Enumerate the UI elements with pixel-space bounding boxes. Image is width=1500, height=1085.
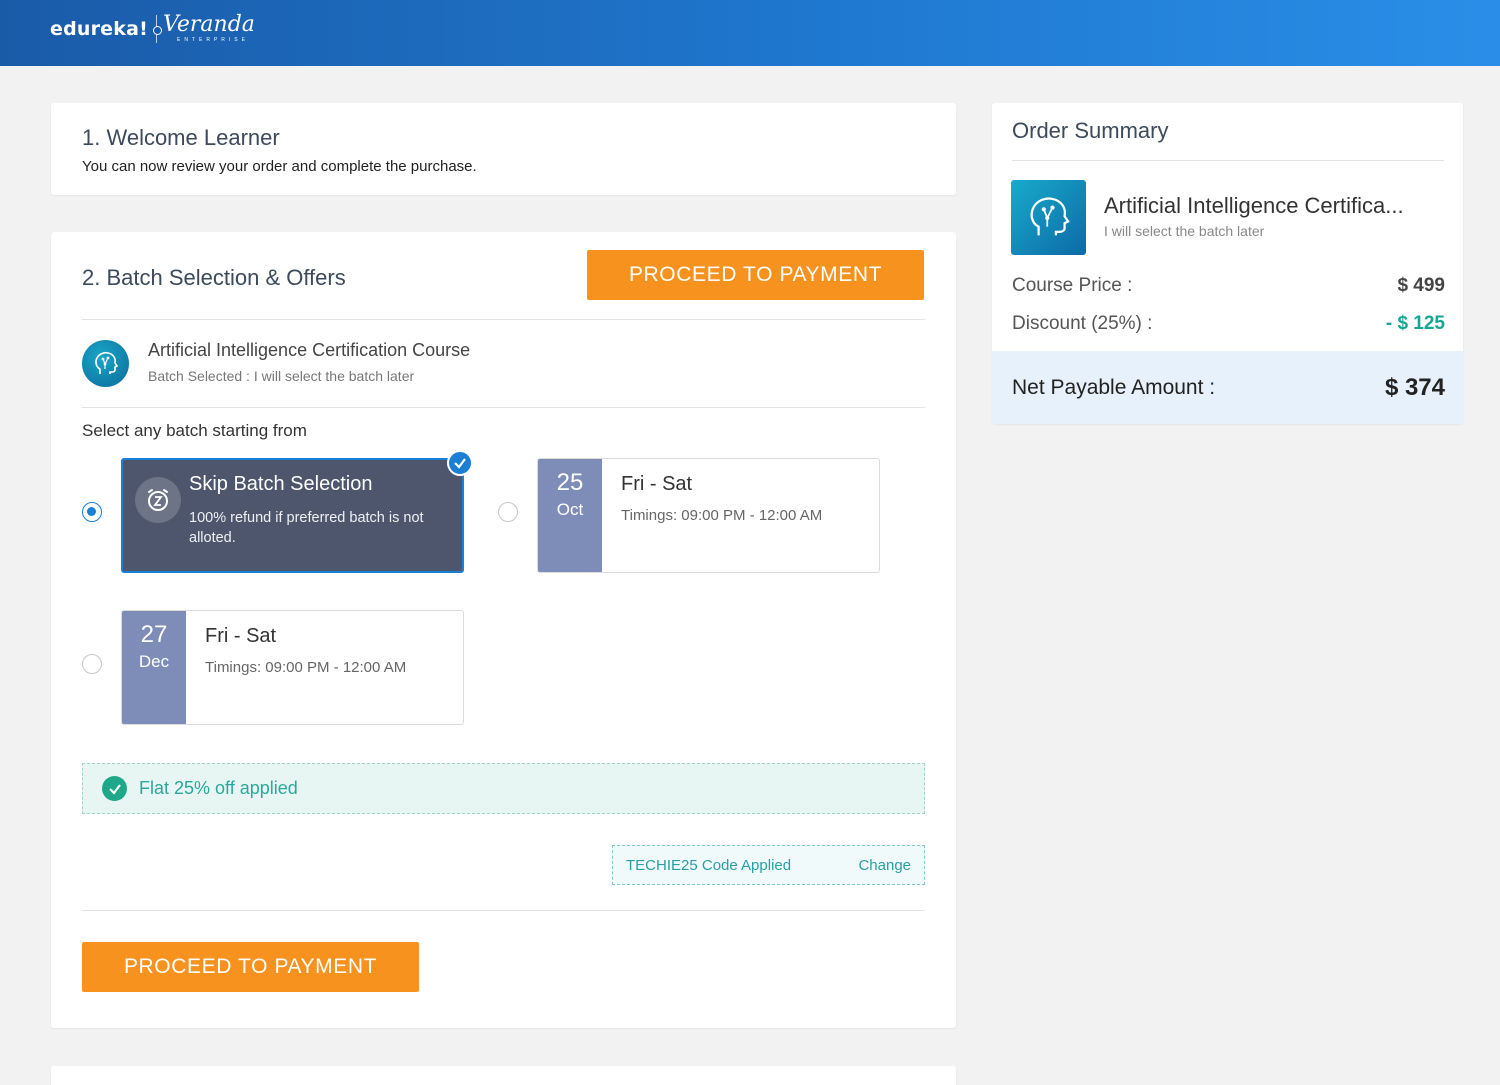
- discount-value: - $ 125: [1385, 313, 1445, 334]
- divider: [82, 407, 925, 408]
- radio-skip-batch[interactable]: [82, 502, 102, 522]
- veranda-logo-text: Veranda: [163, 12, 255, 37]
- alarm-clock-icon: [135, 477, 181, 523]
- course-price-row: Course Price : $ 499: [1012, 275, 1445, 297]
- summary-course-sub: I will select the batch later: [1104, 223, 1265, 239]
- ai-course-icon: [82, 340, 129, 387]
- brain-head-icon: [1030, 196, 1070, 235]
- skip-batch-option[interactable]: Skip Batch Selection 100% refund if pref…: [121, 458, 464, 573]
- batch-day: 25: [556, 469, 584, 496]
- course-price-label: Course Price :: [1012, 275, 1133, 296]
- brain-head-icon: [94, 351, 118, 374]
- order-summary-title: Order Summary: [1012, 118, 1169, 143]
- divider: [1012, 160, 1444, 161]
- batch-date: 25 Oct: [538, 459, 602, 572]
- ai-course-thumbnail: [1011, 180, 1086, 255]
- proceed-to-payment-button-top[interactable]: PROCEED TO PAYMENT: [587, 250, 924, 300]
- next-section-card: [51, 1066, 956, 1085]
- batch-section-title: 2. Batch Selection & Offers: [82, 265, 346, 290]
- discount-row: Discount (25%) : - $ 125: [1012, 313, 1445, 335]
- logo-divider: [153, 14, 162, 43]
- proceed-to-payment-button-bottom[interactable]: PROCEED TO PAYMENT: [82, 942, 419, 992]
- skip-batch-title: Skip Batch Selection: [189, 473, 373, 495]
- offer-applied-banner: Flat 25% off applied: [82, 763, 925, 814]
- welcome-title: 1. Welcome Learner: [82, 125, 280, 150]
- net-payable-label: Net Payable Amount :: [1012, 375, 1216, 399]
- selected-check-icon: [447, 450, 473, 476]
- course-batch-selected: Batch Selected : I will select the batch…: [148, 368, 415, 384]
- radio-batch-dec[interactable]: [82, 654, 102, 674]
- course-price-value: $ 499: [1397, 275, 1445, 296]
- welcome-card: 1. Welcome Learner You can now review yo…: [51, 103, 956, 195]
- batch-month: Dec: [138, 652, 170, 671]
- order-summary-card: Order Summary Artificial Intelligence Ce…: [992, 103, 1463, 424]
- net-payable-value: $ 374: [1384, 373, 1445, 401]
- veranda-logo: Veranda ENTERPRISE: [163, 14, 255, 43]
- skip-batch-description: 100% refund if preferred batch is not al…: [189, 510, 424, 546]
- change-coupon-link[interactable]: Change: [858, 857, 911, 874]
- offer-text: Flat 25% off applied: [139, 778, 298, 798]
- divider: [82, 319, 925, 320]
- coupon-code-box: TECHIE25 Code Applied Change: [612, 845, 925, 885]
- divider: [82, 910, 925, 911]
- discount-label: Discount (25%) :: [1012, 313, 1153, 334]
- batch-timing: Timings: 09:00 PM - 12:00 AM: [621, 507, 823, 524]
- net-payable-row: Net Payable Amount : $ 374: [992, 351, 1463, 424]
- batch-day: 27: [140, 621, 168, 648]
- batch-option-dec[interactable]: 27 Dec Fri - Sat Timings: 09:00 PM - 12:…: [121, 610, 464, 725]
- top-header-bar: edureka! Veranda ENTERPRISE: [0, 0, 1500, 66]
- batch-selection-card: 2. Batch Selection & Offers PROCEED TO P…: [51, 232, 956, 1028]
- edureka-logo: edureka!: [50, 17, 148, 40]
- coupon-code-text: TECHIE25 Code Applied: [626, 856, 792, 874]
- batch-month: Oct: [556, 500, 584, 519]
- batch-days: Fri - Sat: [621, 473, 693, 495]
- welcome-subtitle: You can now review your order and comple…: [82, 158, 477, 175]
- check-circle-icon: [102, 776, 127, 801]
- radio-batch-oct[interactable]: [498, 502, 518, 522]
- batch-option-oct[interactable]: 25 Oct Fri - Sat Timings: 09:00 PM - 12:…: [537, 458, 880, 573]
- veranda-logo-subtext: ENTERPRISE: [177, 37, 249, 43]
- select-batch-label: Select any batch starting from: [82, 421, 307, 440]
- batch-timing: Timings: 09:00 PM - 12:00 AM: [205, 659, 407, 676]
- brand-logo[interactable]: edureka! Veranda ENTERPRISE: [50, 14, 255, 43]
- course-title: Artificial Intelligence Certification Co…: [148, 340, 471, 360]
- batch-date: 27 Dec: [122, 611, 186, 724]
- batch-days: Fri - Sat: [205, 625, 277, 647]
- summary-course-title: Artificial Intelligence Certifica...: [1104, 193, 1404, 218]
